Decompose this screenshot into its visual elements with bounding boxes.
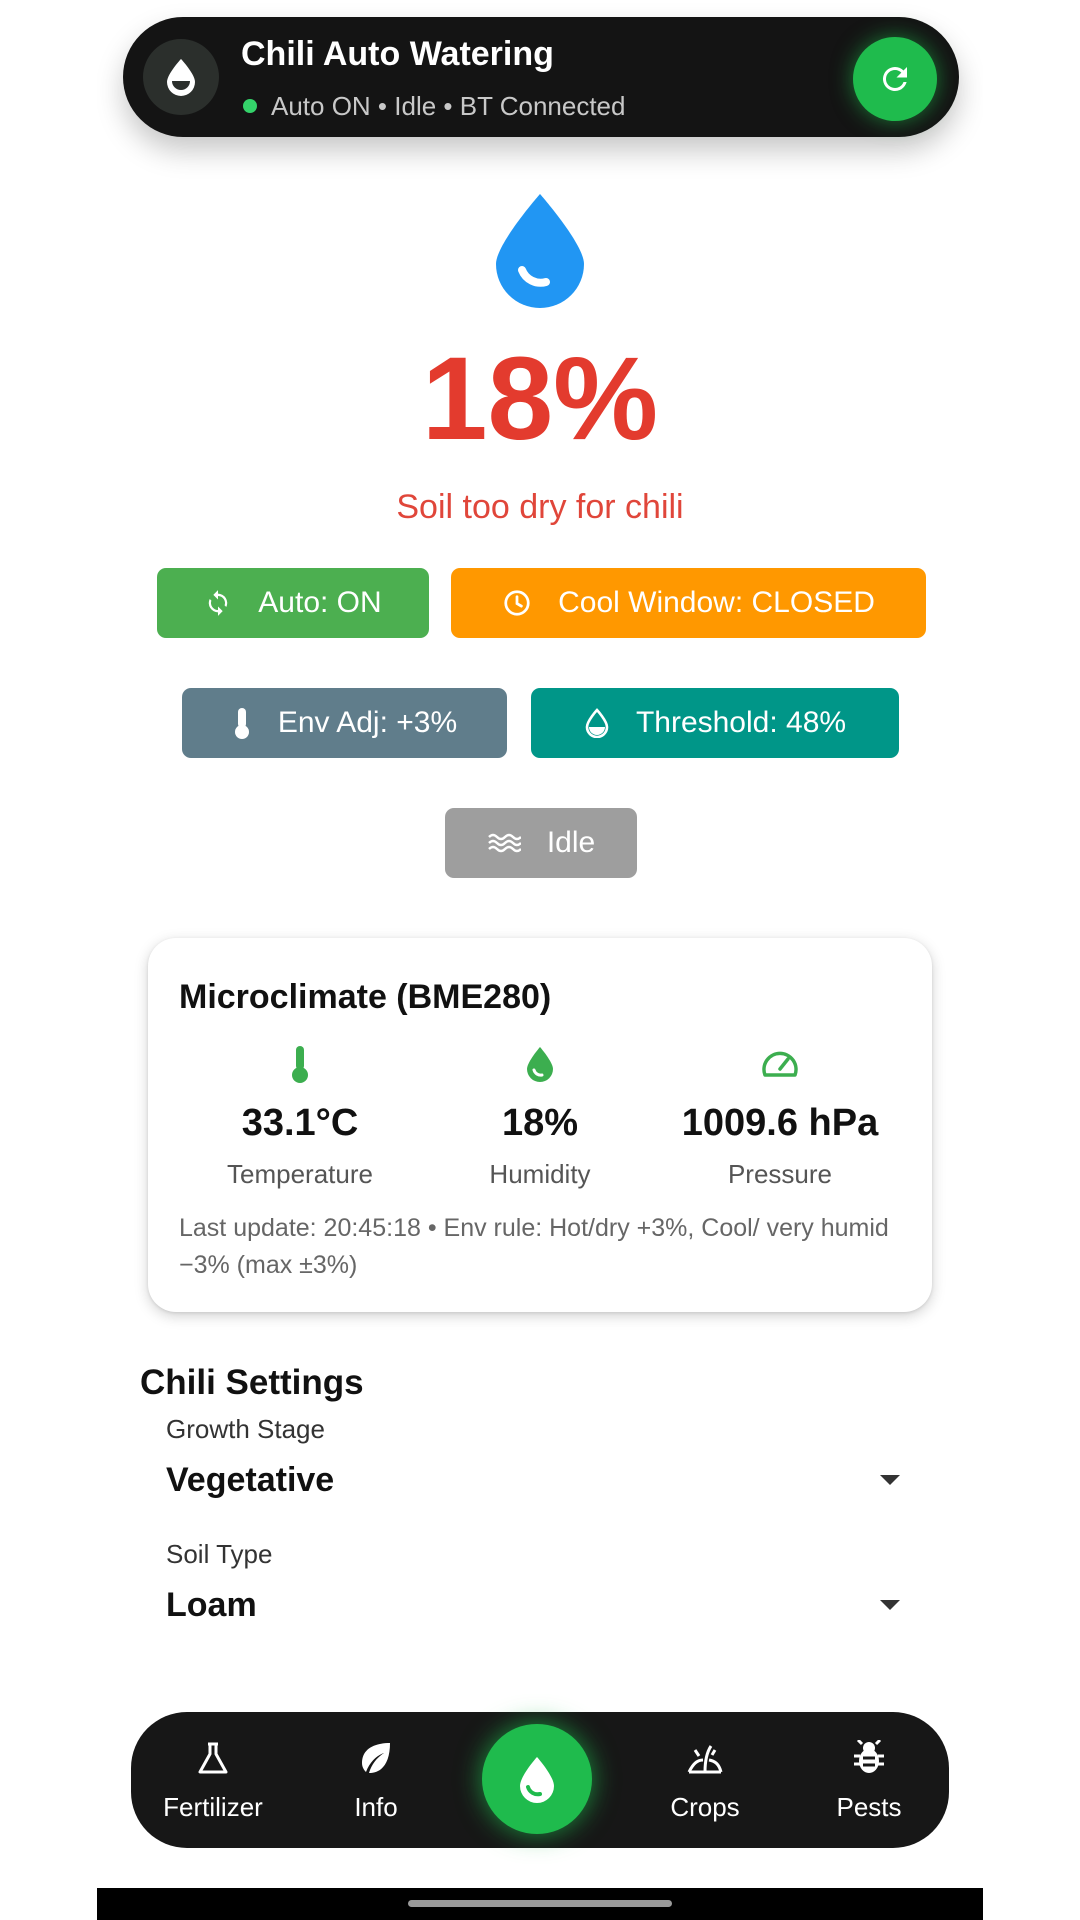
thermometer-icon [180,1044,420,1084]
humidity-drop-icon [420,1044,660,1084]
water-drop-icon [143,39,219,115]
settings-title: Chili Settings [140,1363,364,1402]
nav-pests[interactable]: Pests [799,1712,939,1848]
nav-info[interactable]: Info [306,1712,446,1848]
app-header: Chili Auto Watering Auto ON • Idle • BT … [123,17,959,137]
microclimate-card: Microclimate (BME280) 33.1°C Temperature… [148,938,932,1312]
chevron-down-icon [880,1475,900,1485]
nav-info-label: Info [354,1792,398,1822]
soil-moisture-value: 18% [421,333,659,465]
cool-window-chip[interactable]: Cool Window: CLOSED [451,568,926,638]
flask-icon [143,1738,283,1778]
microclimate-title: Microclimate (BME280) [179,978,552,1016]
cool-window-label: Cool Window: CLOSED [558,586,875,619]
connection-status: Auto ON • Idle • BT Connected [271,91,626,121]
app-screen: Chili Auto Watering Auto ON • Idle • BT … [97,0,983,1920]
nav-watering-button[interactable] [482,1724,592,1834]
water-drop-icon [584,708,610,738]
sync-icon [204,588,232,618]
refresh-icon [882,67,907,91]
humidity-label: Humidity [489,1159,591,1189]
clock-icon [502,588,532,618]
soil-moisture-message: Soil too dry for chili [396,488,684,526]
refresh-button[interactable] [853,37,937,121]
env-adjustment-label: Env Adj: +3% [277,706,458,739]
system-navigation-bar [97,1888,983,1920]
nav-fertilizer[interactable]: Fertilizer [143,1712,283,1848]
threshold-label: Threshold: 48% [635,706,847,739]
growth-stage-value: Vegetative [166,1461,335,1499]
growth-stage-label: Growth Stage [166,1414,325,1444]
env-adjustment-chip[interactable]: Env Adj: +3% [182,688,507,758]
pump-status-label: Idle [546,826,596,859]
soil-type-label: Soil Type [166,1539,273,1569]
bug-icon [799,1738,939,1778]
bottom-navigation: Fertilizer Info Crops Pests [131,1712,949,1848]
nav-fertilizer-label: Fertilizer [163,1792,263,1822]
threshold-chip[interactable]: Threshold: 48% [531,688,899,758]
pressure-value: 1009.6 hPa [681,1102,879,1144]
sprout-icon [635,1738,775,1778]
auto-mode-chip[interactable]: Auto: ON [157,568,429,638]
humidity-value: 18% [501,1102,579,1144]
soil-type-value: Loam [166,1586,257,1624]
nav-crops-label: Crops [670,1792,740,1822]
auto-mode-label: Auto: ON [258,586,382,619]
temperature-value: 33.1°C [241,1102,359,1144]
waves-icon [487,832,521,854]
temperature-label: Temperature [227,1159,373,1189]
leaf-icon [306,1738,446,1778]
microclimate-note: Last update: 20:45:18 • Env rule: Hot/dr… [179,1214,889,1279]
connection-status-dot [243,99,257,113]
humidity-metric: 18% Humidity [420,1044,660,1190]
soil-moisture-drop-icon [496,194,584,308]
water-drop-icon [520,1757,554,1803]
pressure-metric: 1009.6 hPa Pressure [660,1044,900,1190]
chevron-down-icon [880,1600,900,1610]
nav-pests-label: Pests [836,1792,902,1822]
speedometer-icon [660,1044,900,1084]
pressure-label: Pressure [727,1159,833,1189]
temperature-metric: 33.1°C Temperature [180,1044,420,1190]
home-indicator[interactable] [408,1900,672,1907]
thermometer-icon [232,706,252,740]
app-title: Chili Auto Watering [241,35,554,73]
nav-crops[interactable]: Crops [635,1712,775,1848]
pump-status-chip[interactable]: Idle [445,808,637,878]
